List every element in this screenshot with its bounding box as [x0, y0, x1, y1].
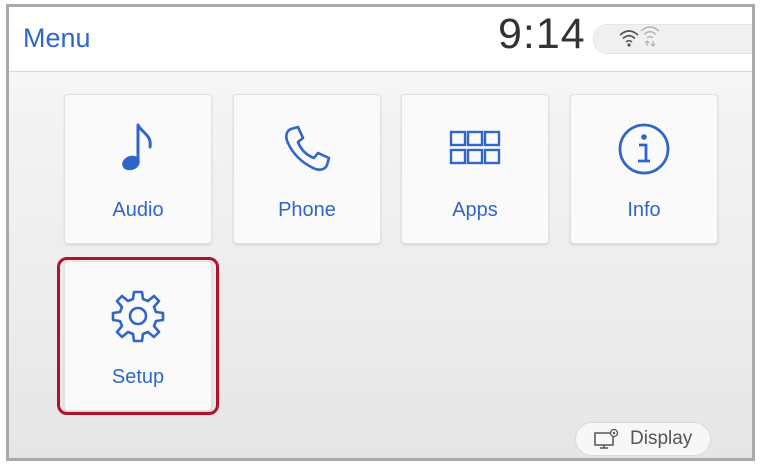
phone-icon	[279, 121, 335, 177]
screen-frame: Menu 9:14 Audio Phone Apps Info Setup Di…	[6, 4, 755, 461]
page-title: Menu	[23, 23, 91, 53]
info-label: Info	[627, 199, 661, 221]
wifi-icon	[619, 30, 639, 47]
music-note-icon	[110, 121, 166, 177]
display-label: Display	[630, 428, 693, 449]
top-bar: Menu 9:14	[9, 7, 752, 72]
hotspot-icon	[640, 26, 660, 47]
info-icon	[616, 121, 672, 177]
display-settings-icon	[594, 428, 619, 449]
audio-tile[interactable]: Audio	[64, 94, 212, 244]
apps-tile[interactable]: Apps	[401, 94, 549, 244]
phone-tile[interactable]: Phone	[233, 94, 381, 244]
clock: 9:14	[498, 10, 586, 58]
apps-grid-icon	[447, 121, 503, 177]
info-tile[interactable]: Info	[570, 94, 718, 244]
audio-label: Audio	[112, 199, 164, 221]
apps-label: Apps	[452, 199, 498, 221]
display-button[interactable]: Display	[575, 422, 711, 456]
selection-highlight	[57, 257, 219, 415]
phone-label: Phone	[278, 199, 336, 221]
